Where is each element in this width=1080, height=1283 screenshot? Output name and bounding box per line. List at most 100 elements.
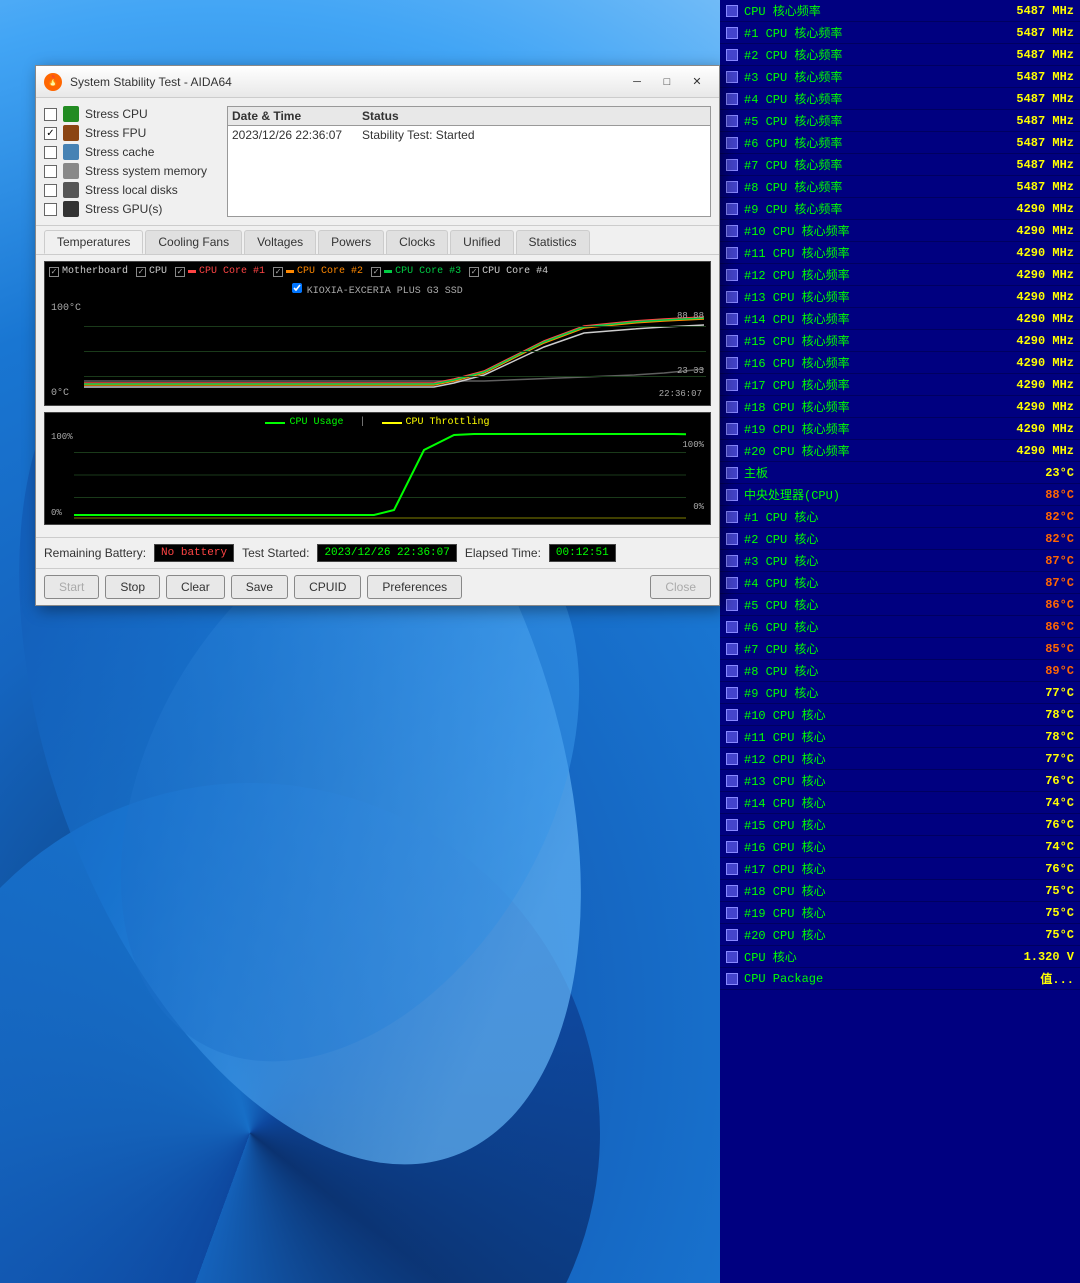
- elapsed-value: 00:12:51: [549, 544, 616, 562]
- sensor-row-10: #10 CPU 核心频率4290 MHz: [720, 220, 1080, 242]
- cpu-legend: CPU Usage | CPU Throttling: [49, 417, 706, 428]
- start-button[interactable]: Start: [44, 575, 99, 599]
- log-header: Date & Time Status: [228, 107, 710, 126]
- close-button[interactable]: Close: [650, 575, 711, 599]
- sensor-row-41: #19 CPU 核心75°C: [720, 902, 1080, 924]
- stress-item-memory: Stress system memory: [44, 163, 219, 179]
- tab-unified[interactable]: Unified: [450, 230, 513, 254]
- sensor-value-3: 5487 MHz: [1016, 70, 1074, 84]
- tab-clocks[interactable]: Clocks: [386, 230, 448, 254]
- sensor-row-21: 主板23°C: [720, 462, 1080, 484]
- tab-cooling-fans[interactable]: Cooling Fans: [145, 230, 242, 254]
- legend-line-throttling: [382, 422, 402, 424]
- sensor-row-43: CPU 核心1.320 V: [720, 946, 1080, 968]
- sensor-label-40: #18 CPU 核心: [744, 882, 1045, 899]
- sensor-value-12: 4290 MHz: [1016, 268, 1074, 282]
- sensor-value-16: 4290 MHz: [1016, 356, 1074, 370]
- sensor-row-3: #3 CPU 核心频率5487 MHz: [720, 66, 1080, 88]
- clear-button[interactable]: Clear: [166, 575, 225, 599]
- checkbox-gpus[interactable]: [44, 203, 57, 216]
- sensor-icon-31: [726, 687, 738, 699]
- sensor-icon-3: [726, 71, 738, 83]
- maximize-button[interactable]: □: [653, 72, 681, 92]
- sensor-row-26: #4 CPU 核心87°C: [720, 572, 1080, 594]
- test-started-label: Test Started:: [242, 546, 309, 560]
- sensor-row-42: #20 CPU 核心75°C: [720, 924, 1080, 946]
- sensor-row-0: CPU 核心频率5487 MHz: [720, 0, 1080, 22]
- battery-value: No battery: [154, 544, 234, 562]
- log-table: Date & Time Status 2023/12/26 22:36:07 S…: [227, 106, 711, 217]
- stop-button[interactable]: Stop: [105, 575, 160, 599]
- sensor-label-6: #6 CPU 核心频率: [744, 134, 1016, 151]
- chart-timestamp: 22:36:07: [659, 389, 702, 399]
- sensor-icon-29: [726, 643, 738, 655]
- sensor-label-37: #15 CPU 核心: [744, 816, 1045, 833]
- legend-cb-core2[interactable]: [273, 267, 283, 277]
- sensor-value-4: 5487 MHz: [1016, 92, 1074, 106]
- sensor-label-2: #2 CPU 核心频率: [744, 46, 1016, 63]
- cpu-svg: [74, 430, 686, 520]
- sensor-label-4: #4 CPU 核心频率: [744, 90, 1016, 107]
- checkbox-cache[interactable]: [44, 146, 57, 159]
- sensor-icon-14: [726, 313, 738, 325]
- stress-icon-fpu: [63, 125, 79, 141]
- sensor-label-17: #17 CPU 核心频率: [744, 376, 1016, 393]
- kioxia-checkbox[interactable]: [292, 283, 302, 293]
- sensor-icon-37: [726, 819, 738, 831]
- minimize-button[interactable]: ─: [623, 72, 651, 92]
- stress-item-cpu: Stress CPU: [44, 106, 219, 122]
- stress-icon-cache: [63, 144, 79, 160]
- tab-voltages[interactable]: Voltages: [244, 230, 316, 254]
- checkbox-cpu[interactable]: [44, 108, 57, 121]
- sensor-value-32: 78°C: [1045, 708, 1074, 722]
- log-datetime: 2023/12/26 22:36:07: [232, 128, 362, 142]
- tab-statistics[interactable]: Statistics: [516, 230, 590, 254]
- cpuid-button[interactable]: CPUID: [294, 575, 361, 599]
- sensor-value-0: 5487 MHz: [1016, 4, 1074, 18]
- sensor-label-29: #7 CPU 核心: [744, 640, 1045, 657]
- tab-powers[interactable]: Powers: [318, 230, 384, 254]
- legend-cb-core1[interactable]: [175, 267, 185, 277]
- sensor-row-9: #9 CPU 核心频率4290 MHz: [720, 198, 1080, 220]
- preferences-button[interactable]: Preferences: [367, 575, 462, 599]
- sensor-label-13: #13 CPU 核心频率: [744, 288, 1016, 305]
- sensor-label-33: #11 CPU 核心: [744, 728, 1045, 745]
- sensor-row-35: #13 CPU 核心76°C: [720, 770, 1080, 792]
- stress-label-disks: Stress local disks: [85, 183, 178, 197]
- checkbox-fpu[interactable]: [44, 127, 57, 140]
- legend-cb-cpu[interactable]: [136, 267, 146, 277]
- sensor-value-21: 23°C: [1045, 466, 1074, 480]
- sensor-icon-35: [726, 775, 738, 787]
- checkbox-memory[interactable]: [44, 165, 57, 178]
- cpu-pct-100: 100%: [51, 432, 73, 442]
- sensor-label-9: #9 CPU 核心频率: [744, 200, 1016, 217]
- stress-icon-gpus: [63, 201, 79, 217]
- legend-cb-core3[interactable]: [371, 267, 381, 277]
- sensor-value-9: 4290 MHz: [1016, 202, 1074, 216]
- sensor-row-17: #17 CPU 核心频率4290 MHz: [720, 374, 1080, 396]
- sensor-row-25: #3 CPU 核心87°C: [720, 550, 1080, 572]
- sensor-label-35: #13 CPU 核心: [744, 772, 1045, 789]
- sensor-row-29: #7 CPU 核心85°C: [720, 638, 1080, 660]
- sensor-label-18: #18 CPU 核心频率: [744, 398, 1016, 415]
- stress-item-fpu: Stress FPU: [44, 125, 219, 141]
- sensor-row-11: #11 CPU 核心频率4290 MHz: [720, 242, 1080, 264]
- sensor-label-25: #3 CPU 核心: [744, 552, 1045, 569]
- save-button[interactable]: Save: [231, 575, 288, 599]
- sensor-icon-10: [726, 225, 738, 237]
- legend-cb-core4[interactable]: [469, 267, 479, 277]
- checkbox-disks[interactable]: [44, 184, 57, 197]
- log-row: 2023/12/26 22:36:07 Stability Test: Star…: [228, 126, 710, 144]
- stress-icon-cpu: [63, 106, 79, 122]
- tab-temperatures[interactable]: Temperatures: [44, 230, 143, 254]
- sensor-value-30: 89°C: [1045, 664, 1074, 678]
- sensor-label-41: #19 CPU 核心: [744, 904, 1045, 921]
- sensor-label-11: #11 CPU 核心频率: [744, 244, 1016, 261]
- sensor-value-8: 5487 MHz: [1016, 180, 1074, 194]
- sensor-row-1: #1 CPU 核心频率5487 MHz: [720, 22, 1080, 44]
- close-window-button[interactable]: ✕: [683, 72, 711, 92]
- sensor-row-16: #16 CPU 核心频率4290 MHz: [720, 352, 1080, 374]
- log-col-status: Status: [362, 109, 706, 123]
- sensor-icon-42: [726, 929, 738, 941]
- legend-cb-motherboard[interactable]: [49, 267, 59, 277]
